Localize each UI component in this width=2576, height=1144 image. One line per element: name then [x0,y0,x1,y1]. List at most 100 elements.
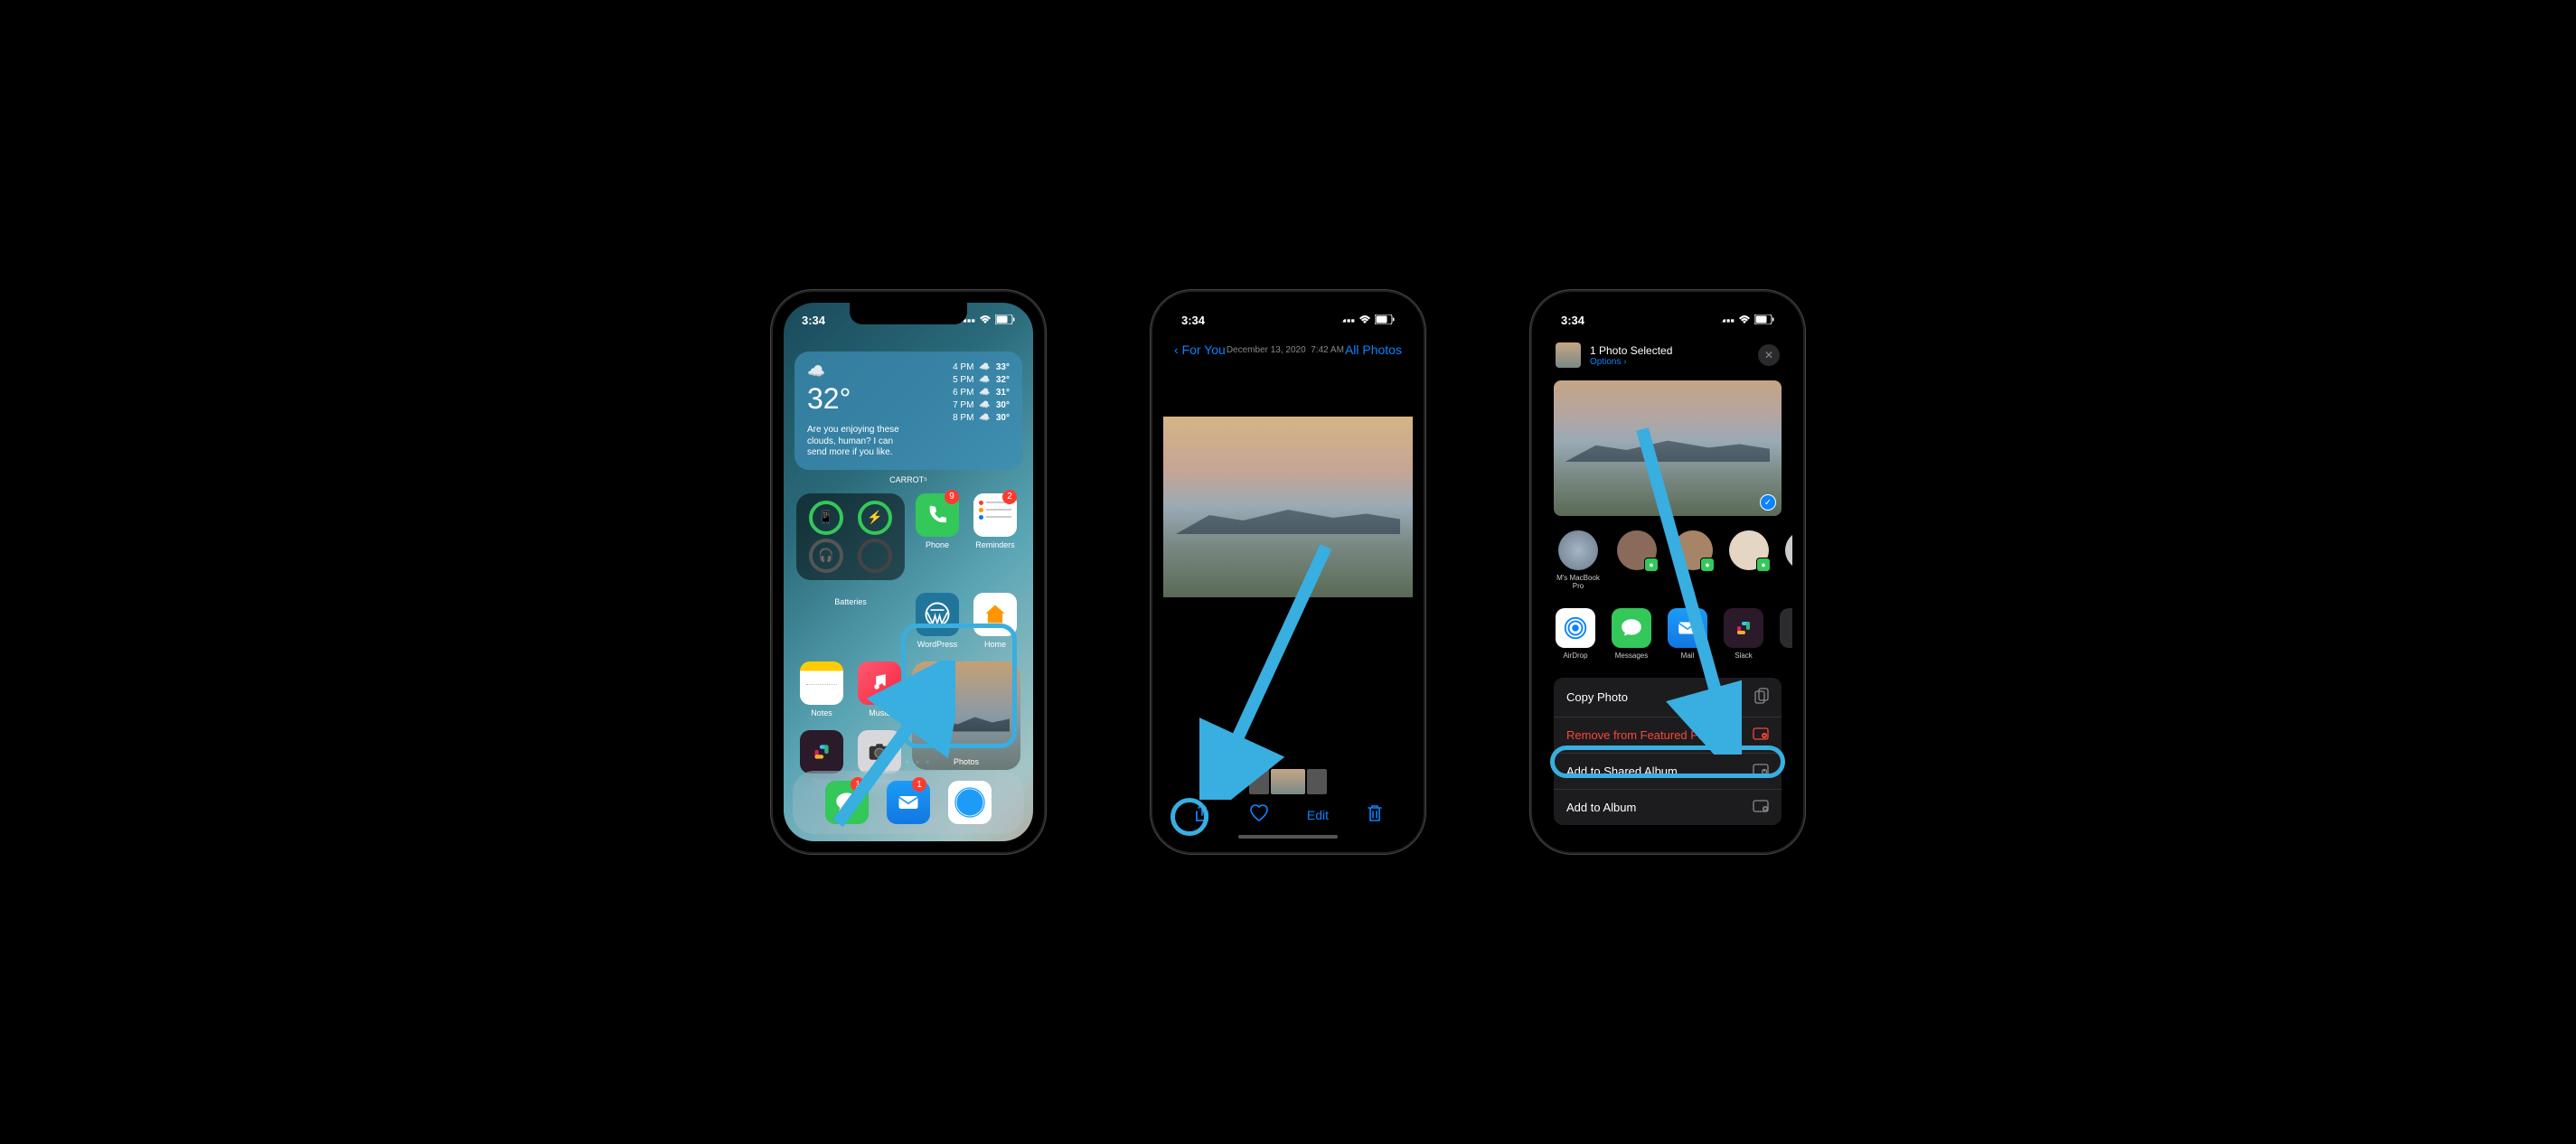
app-home[interactable]: Home [970,593,1020,649]
app-wordpress[interactable]: WordPress [912,593,963,649]
dock-messages[interactable]: 1 [825,781,869,824]
weather-forecast: 4 PM☁️33° 5 PM☁️32° 6 PM☁️31° 7 PM☁️30° … [945,362,1010,459]
status-time: 3:34 [802,314,825,327]
contact-2[interactable]: ● [1673,530,1713,590]
battery-icon [1754,314,1774,327]
avatar [1785,530,1792,570]
share-options-link[interactable]: Options › [1590,357,1749,367]
contact-3[interactable]: ● [1729,530,1769,590]
photo-display[interactable] [1163,417,1413,597]
airdrop-icon [1556,608,1595,648]
messages-icon [1612,608,1651,648]
wifi-icon [979,314,992,327]
cloud-icon: ☁️ [807,362,945,380]
status-time: 3:34 [1181,314,1205,327]
reminders-badge: 2 [1002,490,1017,504]
thumbnail-strip[interactable] [1163,769,1413,794]
action-copy-photo[interactable]: Copy Photo [1554,678,1782,717]
app-notes[interactable]: Notes [796,661,847,717]
avatar: ● [1673,530,1713,570]
status-icons: ▪▪▪▪ [1339,314,1395,327]
avatar: ● [1729,530,1769,570]
notes-icon [800,661,843,705]
delete-button[interactable] [1367,803,1383,826]
home-icon [973,593,1017,636]
thumbnail[interactable] [1307,769,1327,794]
action-add-album[interactable]: Add to Album [1554,790,1782,825]
all-photos-button[interactable]: All Photos [1345,342,1402,357]
share-actions-list: Copy Photo Remove from Featured Photos A… [1554,678,1782,825]
phone-battery-ring: 📱 [809,501,843,535]
avatar: ● [1617,530,1657,570]
contact-4[interactable] [1785,530,1792,590]
thumbnail[interactable] [1249,769,1269,794]
status-time: 3:34 [1561,314,1584,327]
dock-safari[interactable] [948,781,992,824]
add-album-icon [1753,800,1769,815]
page-indicator[interactable]: ● ○ ○ ○ ○ [784,760,1033,765]
share-button[interactable] [1193,802,1211,827]
share-preview-image[interactable]: ✓ [1554,380,1782,516]
share-app-messages[interactable]: Messages [1612,608,1651,660]
phone-badge: 9 [945,490,959,504]
phone-share-sheet: 3:34 ▪▪▪▪ 1 Photo Selected Options › ✕ ✓… [1532,292,1803,852]
share-app-mail[interactable]: Mail [1668,608,1707,660]
home-indicator[interactable] [1238,835,1338,839]
weather-temp: 32° [807,382,945,416]
messages-badge-icon: ● [1644,558,1659,572]
messages-badge: 1 [851,777,865,792]
edit-button[interactable]: Edit [1307,808,1329,822]
contact-macbook[interactable]: M's MacBook Pro [1556,530,1601,590]
status-icons: ▪▪▪▪ [1718,314,1774,327]
share-app-slack[interactable]: Slack [1724,608,1763,660]
share-app-more[interactable] [1780,608,1792,660]
action-remove-featured[interactable]: Remove from Featured Photos [1554,717,1782,754]
wifi-icon [1738,314,1751,327]
photo-timestamp: December 13, 2020 7:42 AM [1227,345,1344,355]
share-title: 1 Photo Selected [1590,344,1749,357]
status-icons: ▪▪▪▪ [959,314,1015,327]
close-button[interactable]: ✕ [1758,344,1780,366]
mail-badge: 1 [912,777,926,792]
wifi-icon [1359,314,1371,327]
app-reminders[interactable]: 2 Reminders [970,493,1020,580]
slack-icon [800,730,843,774]
mail-icon [1668,608,1707,648]
messages-badge-icon: ● [1756,558,1771,572]
safari-icon [948,781,992,824]
messages-badge-icon: ● [1700,558,1715,572]
back-button[interactable]: ‹ For You [1174,342,1226,357]
selected-check-icon: ✓ [1760,494,1776,511]
battery-icon [995,314,1015,327]
weather-brand: CARROT⁵ [784,475,1033,484]
weather-message: Are you enjoying these clouds, human? I … [807,425,907,459]
weather-widget[interactable]: ☁️ 32° Are you enjoying these clouds, hu… [794,352,1022,470]
thumbnail-active[interactable] [1271,769,1305,794]
notch [850,303,967,324]
notch [1229,303,1347,324]
phone-photo-view: 3:34 ▪▪▪▪ ‹ For You December 13, 2020 7:… [1152,292,1424,852]
dock-mail[interactable]: 1 [887,781,930,824]
music-icon [858,661,901,705]
airpods-battery-ring: ⚡ [858,501,892,535]
copy-icon [1754,688,1769,707]
share-thumbnail [1556,342,1581,368]
slack-icon [1724,608,1763,648]
app-music[interactable]: Music [854,661,905,717]
dock: 1 1 [793,771,1024,834]
share-contacts-row[interactable]: M's MacBook Pro ● ● ● [1543,521,1792,599]
camera-icon [858,730,901,774]
photo-toolbar: Edit [1163,795,1413,834]
remove-featured-icon [1753,727,1769,743]
app-phone[interactable]: 9 Phone [912,493,963,580]
batteries-widget[interactable]: 📱 ⚡ 🎧 [796,493,905,580]
action-add-shared-album[interactable]: Add to Shared Album [1554,754,1782,790]
notch [1609,303,1726,324]
case-battery-ring: 🎧 [809,539,843,573]
contact-1[interactable]: ● [1617,530,1657,590]
shared-album-icon [1753,764,1769,779]
photos-widget[interactable]: Photos [912,661,1020,770]
favorite-button[interactable] [1249,804,1269,825]
share-apps-row[interactable]: AirDrop Messages Mail Slack [1543,599,1792,669]
share-app-airdrop[interactable]: AirDrop [1556,608,1595,660]
